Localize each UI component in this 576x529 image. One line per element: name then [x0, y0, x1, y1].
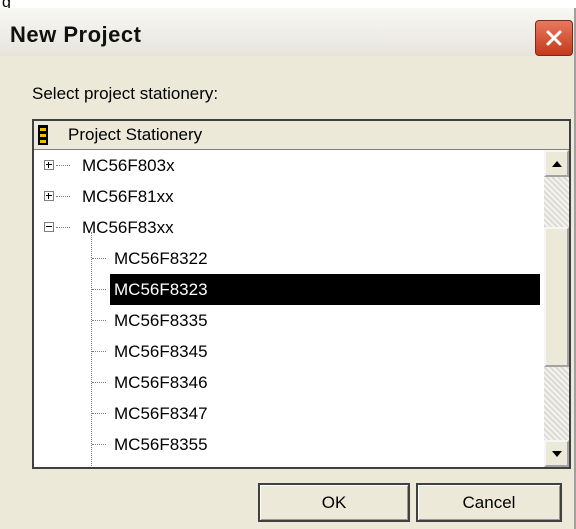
- stationery-icon: [38, 125, 48, 145]
- tree-item-label: MC56F8335: [114, 311, 208, 330]
- tree-connector: [92, 444, 106, 445]
- scroll-down-button[interactable]: [544, 440, 569, 467]
- tree-connector: [92, 351, 106, 352]
- arrow-up-icon: [551, 160, 562, 167]
- tree-item-label: MC56F8356: [114, 460, 208, 467]
- stationery-prompt: Select project stationery:: [32, 84, 219, 103]
- tree-group-item[interactable]: MC56F83xx: [34, 212, 544, 243]
- tree-group-item[interactable]: MC56F803x: [34, 150, 544, 181]
- top-strip: g: [0, 0, 576, 11]
- close-icon: [546, 30, 562, 46]
- tree-leaf-item[interactable]: MC56F8322: [34, 243, 544, 274]
- tree-connector: [92, 382, 106, 383]
- tree-leaf-item[interactable]: MC56F8335: [34, 305, 544, 336]
- tree-connector: [92, 413, 106, 414]
- tree-item-label: MC56F8322: [114, 249, 208, 268]
- tree-connector: [92, 258, 106, 259]
- tree-item-label: MC56F8346: [114, 373, 208, 392]
- vertical-scrollbar[interactable]: [544, 150, 569, 467]
- tree-item-label: MC56F803x: [82, 156, 175, 175]
- arrow-down-icon: [551, 450, 562, 457]
- list-header-label: Project Stationery: [68, 125, 203, 144]
- collapse-minus-icon[interactable]: [44, 222, 54, 232]
- tree-leaf-item[interactable]: MC56F8346: [34, 367, 544, 398]
- tree-item-label: MC56F83xx: [82, 218, 174, 237]
- list-header: Project Stationery: [34, 121, 569, 150]
- tree-connector: [92, 289, 106, 290]
- tree-connector: [56, 227, 70, 228]
- tree-leaf-item[interactable]: MC56F8345: [34, 336, 544, 367]
- tree-item-label: MC56F8323: [110, 274, 540, 305]
- tree-connector: [56, 165, 70, 166]
- expand-plus-icon[interactable]: [44, 191, 54, 201]
- title-bar: New Project: [0, 8, 574, 56]
- tree-item-label: MC56F8355: [114, 435, 208, 454]
- stationery-tree: MC56F803x MC56F81xx MC56F83xx MC56F8322 MC56…: [34, 150, 544, 467]
- tree-connector: [92, 320, 106, 321]
- scroll-thumb[interactable]: [544, 227, 569, 367]
- dialog-title: New Project: [10, 22, 142, 47]
- ok-button[interactable]: OK: [258, 483, 410, 522]
- tree-group-item[interactable]: MC56F81xx: [34, 181, 544, 212]
- tree-leaf-item-selected[interactable]: MC56F8323: [34, 274, 544, 305]
- tree-leaf-item[interactable]: MC56F8356: [34, 460, 544, 467]
- tree-leaf-item[interactable]: MC56F8347: [34, 398, 544, 429]
- stationery-list[interactable]: Project Stationery MC56F803x MC56F81xx MC5…: [32, 119, 571, 469]
- tree-connector: [56, 196, 70, 197]
- cancel-button[interactable]: Cancel: [416, 483, 562, 522]
- expand-plus-icon[interactable]: [44, 160, 54, 170]
- new-project-dialog: New Project Select project stationery: P…: [0, 8, 576, 529]
- scroll-up-button[interactable]: [544, 150, 569, 177]
- tree-item-label: MC56F8347: [114, 404, 208, 423]
- tree-leaf-item[interactable]: MC56F8355: [34, 429, 544, 460]
- close-button[interactable]: [535, 20, 573, 56]
- tree-item-label: MC56F81xx: [82, 187, 174, 206]
- tree-item-label: MC56F8345: [114, 342, 208, 361]
